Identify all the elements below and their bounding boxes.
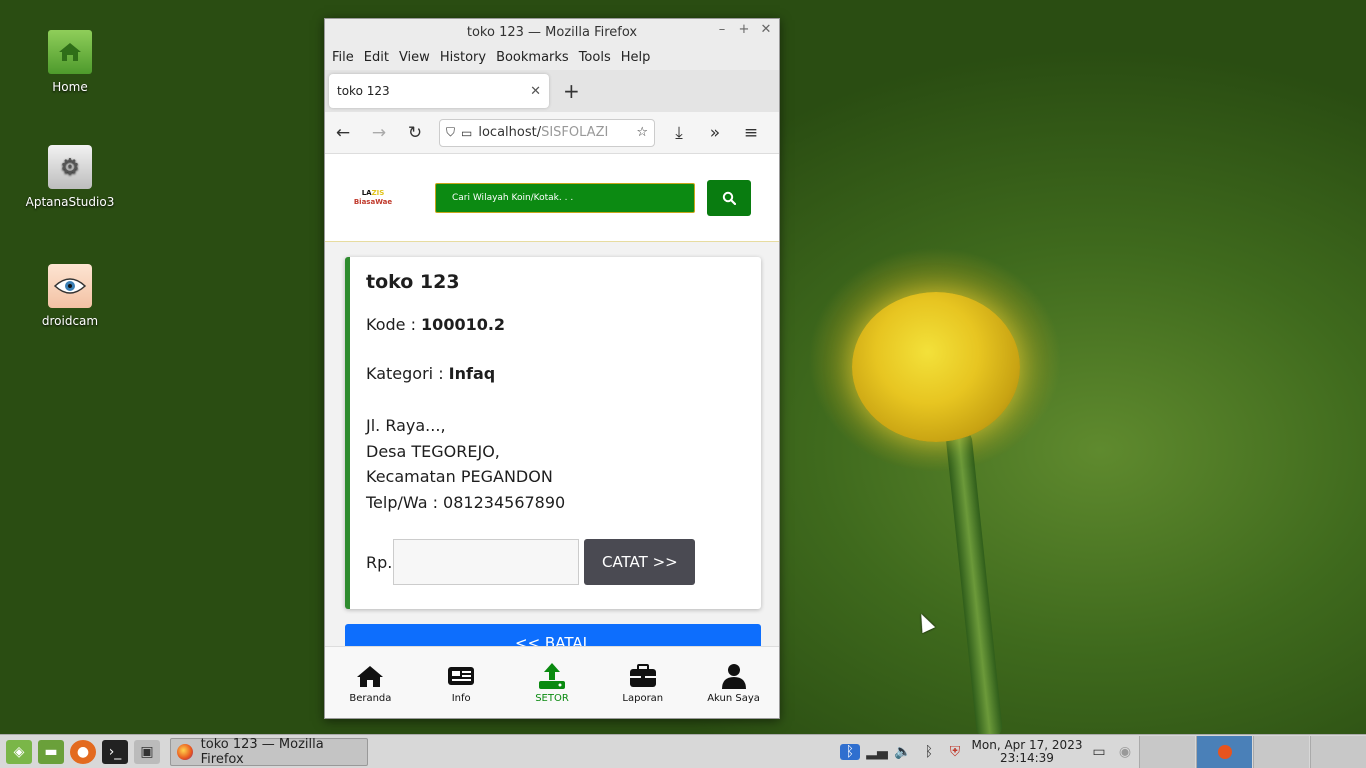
flower-stem: [945, 428, 1004, 740]
desktop-icon-label: AptanaStudio3: [25, 195, 115, 209]
new-tab-icon[interactable]: +: [563, 79, 580, 103]
firefox-window[interactable]: toko 123 — Mozilla Firefox – + ✕ File Ed…: [324, 18, 780, 719]
firefox-mini-icon: [1217, 745, 1232, 759]
forward-icon[interactable]: →: [367, 123, 391, 143]
upload-icon: [538, 663, 565, 689]
nav-laporan[interactable]: Laporan: [603, 661, 683, 704]
bookmark-star-icon[interactable]: ☆: [636, 125, 648, 140]
desktop-icon-label: Home: [52, 80, 88, 94]
kategori-row: Kategori : Infaq: [366, 364, 496, 383]
taskbar-window-firefox[interactable]: toko 123 — Mozilla Firefox: [170, 736, 368, 767]
menu-tools[interactable]: Tools: [579, 50, 611, 65]
show-desktop-icon[interactable]: ▬: [38, 739, 64, 764]
browser-tab[interactable]: toko 123 ✕: [329, 74, 549, 108]
eye-icon: [48, 264, 92, 308]
bottom-nav: Beranda Info SETOR Laporan Akun Saya: [325, 646, 779, 718]
catat-button[interactable]: CATAT >>: [584, 539, 696, 585]
hamburger-menu-icon[interactable]: ≡: [739, 123, 763, 143]
search-input[interactable]: Cari Wilayah Koin/Kotak. . .: [435, 182, 695, 213]
flower-head: [852, 292, 1020, 442]
site-header: LAZIS BiasaWae Cari Wilayah Koin/Kotak. …: [325, 154, 779, 242]
url-bar[interactable]: ⛉ ▭ localhost/SISFOLAZI ☆: [439, 118, 655, 147]
workspace-2[interactable]: [1196, 736, 1252, 768]
desktop-icon-droidcam[interactable]: droidcam: [15, 264, 125, 328]
mouse-cursor: [914, 610, 936, 634]
bluetooth-status-icon[interactable]: ᛒ: [916, 744, 942, 760]
shield-icon[interactable]: ⛉: [446, 125, 455, 140]
nav-beranda[interactable]: Beranda: [330, 661, 410, 704]
nav-akun-saya[interactable]: Akun Saya: [694, 661, 774, 704]
page-info-icon[interactable]: ▭: [461, 126, 472, 140]
shield-warning-icon[interactable]: ⛨: [942, 744, 968, 760]
taskbar-window-label: toko 123 — Mozilla Firefox: [200, 736, 324, 767]
store-title: toko 123: [366, 271, 460, 293]
file-manager-icon[interactable]: ▣: [134, 739, 160, 764]
search-placeholder: Cari Wilayah Koin/Kotak. . .: [452, 192, 574, 203]
home-icon: [357, 666, 384, 687]
amount-form: Rp. CATAT >>: [366, 539, 745, 585]
menu-bookmarks[interactable]: Bookmarks: [496, 50, 569, 65]
tab-title: toko 123: [337, 84, 390, 98]
reload-icon[interactable]: ↻: [403, 123, 427, 143]
menu-help[interactable]: Help: [621, 50, 651, 65]
nav-setor[interactable]: SETOR: [512, 661, 592, 704]
notification-icon[interactable]: ◉: [1112, 744, 1138, 760]
kode-value: 100010.2: [421, 315, 506, 334]
desktop-icon-aptana[interactable]: ⚙ AptanaStudio3: [15, 145, 125, 209]
maximize-icon[interactable]: +: [737, 22, 751, 37]
system-tray: ᛒ ▂▄ 🔈 ᛒ ⛨ Mon, Apr 17, 2023 23:14:39 ▭ …: [840, 735, 1366, 768]
aptana-app-icon: ⚙: [48, 145, 92, 189]
battery-icon[interactable]: ▭: [1086, 744, 1112, 760]
firefox-launcher-icon[interactable]: ●: [70, 739, 96, 764]
terminal-icon[interactable]: ›_: [102, 739, 128, 764]
back-icon[interactable]: ←: [331, 123, 355, 143]
user-icon: [721, 664, 746, 689]
menu-view[interactable]: View: [399, 50, 430, 65]
window-titlebar[interactable]: toko 123 — Mozilla Firefox – + ✕: [325, 19, 779, 45]
menu-history[interactable]: History: [440, 50, 486, 65]
menu-file[interactable]: File: [332, 50, 354, 65]
tab-close-icon[interactable]: ✕: [530, 84, 541, 99]
window-title: toko 123 — Mozilla Firefox: [466, 24, 638, 40]
store-card: toko 123 Kode : 100010.2 Kategori : Infa…: [345, 257, 761, 609]
download-icon[interactable]: ⤓: [667, 123, 691, 143]
workspace-3[interactable]: [1253, 736, 1309, 768]
close-icon[interactable]: ✕: [759, 22, 773, 37]
overflow-chevron-icon[interactable]: »: [703, 123, 727, 143]
nav-toolbar: ← → ↻ ⛉ ▭ localhost/SISFOLAZI ☆ ⤓ » ≡: [325, 112, 779, 154]
desktop-icon-home[interactable]: Home: [15, 30, 125, 94]
amount-input[interactable]: [393, 539, 580, 585]
rp-label: Rp.: [366, 552, 393, 572]
kode-row: Kode : 100010.2: [366, 315, 506, 334]
taskbar: ◈ ▬ ● ›_ ▣ toko 123 — Mozilla Firefox ᛒ …: [0, 734, 1366, 768]
mint-menu-icon[interactable]: ◈: [6, 739, 32, 764]
url-text: localhost/SISFOLAZI: [478, 125, 609, 140]
nav-info[interactable]: Info: [421, 661, 501, 704]
bluetooth-icon[interactable]: ᛒ: [840, 744, 860, 760]
clock[interactable]: Mon, Apr 17, 2023 23:14:39: [968, 739, 1086, 765]
workspace-1[interactable]: [1139, 736, 1195, 768]
desktop-icon-label: droidcam: [41, 314, 99, 328]
search-icon: [722, 191, 736, 205]
minimize-icon[interactable]: –: [715, 22, 729, 37]
tab-bar: toko 123 ✕ +: [325, 70, 779, 112]
workspace-4[interactable]: [1310, 736, 1366, 768]
site-logo[interactable]: LAZIS BiasaWae: [353, 189, 393, 207]
newspaper-icon: [448, 667, 475, 685]
network-signal-icon[interactable]: ▂▄: [864, 744, 890, 760]
volume-icon[interactable]: 🔈: [890, 744, 916, 760]
kategori-value: Infaq: [448, 364, 496, 383]
firefox-icon: [177, 743, 193, 760]
search-button[interactable]: [707, 179, 751, 216]
briefcase-icon: [629, 664, 656, 687]
folder-home-icon: [48, 30, 92, 74]
web-page: LAZIS BiasaWae Cari Wilayah Koin/Kotak. …: [325, 154, 779, 718]
store-address: Jl. Raya..., Desa TEGOREJO, Kecamatan PE…: [366, 416, 566, 512]
menu-edit[interactable]: Edit: [364, 50, 389, 65]
menu-bar: File Edit View History Bookmarks Tools H…: [325, 45, 779, 70]
